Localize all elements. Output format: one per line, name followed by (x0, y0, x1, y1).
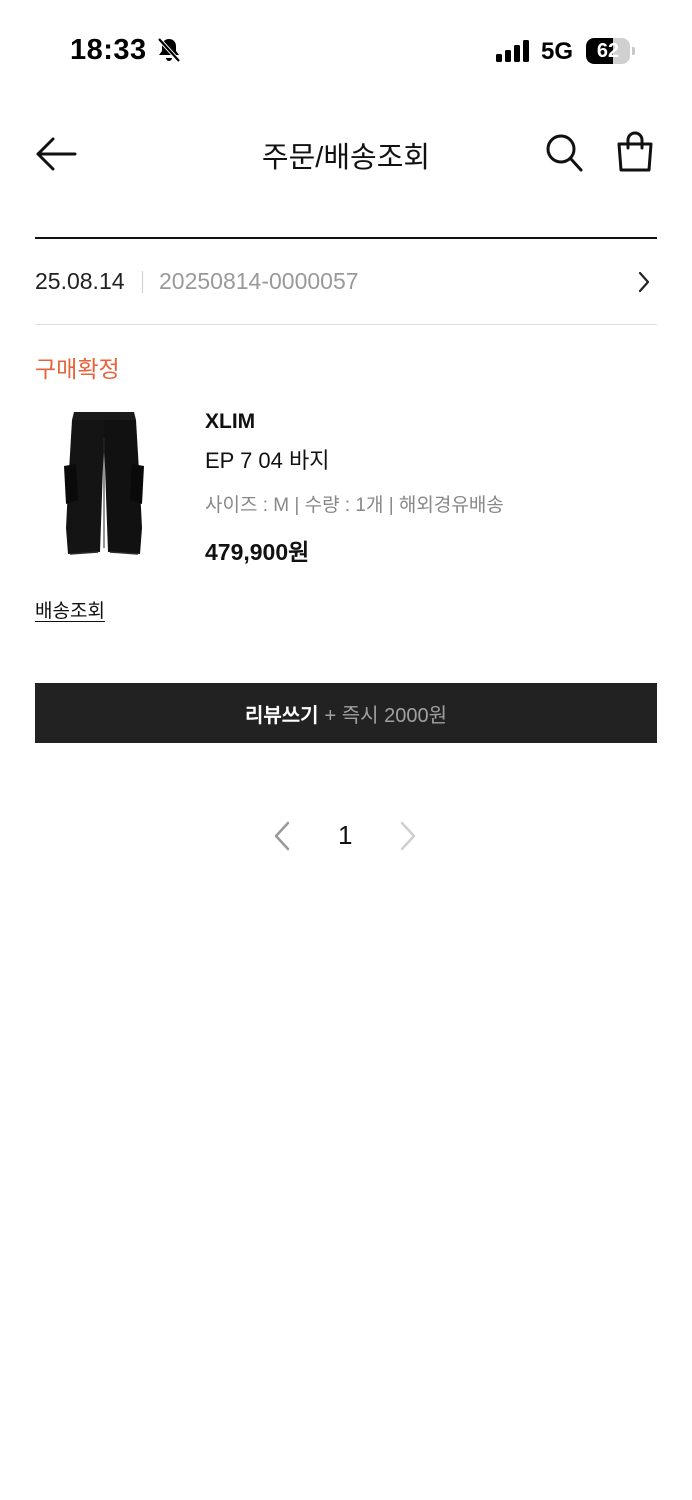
status-bar: 18:33 5G 62 (0, 0, 692, 100)
write-review-button[interactable]: 리뷰쓰기 + 즉시 2000원 (35, 683, 657, 743)
order-number: 20250814-0000057 (159, 268, 359, 294)
order-separator (142, 271, 143, 293)
track-delivery-link[interactable]: 배송조회 (35, 596, 105, 623)
header-divider (35, 237, 657, 239)
product-brand: XLIM (205, 410, 256, 433)
review-button-label: 리뷰쓰기 (244, 704, 319, 727)
search-icon[interactable] (544, 132, 584, 174)
app-header: 주문/배송조회 (0, 118, 692, 190)
order-divider (35, 324, 657, 325)
chevron-right-icon[interactable] (637, 270, 651, 294)
bell-slash-icon (157, 37, 181, 63)
battery-icon: 62 (586, 38, 636, 64)
status-time: 18:33 (70, 34, 147, 66)
battery-percent: 62 (596, 40, 620, 62)
network-type: 5G (541, 38, 574, 65)
product-options: 사이즈 : M | 수량 : 1개 | 해외경유배송 (205, 495, 504, 516)
product-name[interactable]: EP 7 04 바지 (205, 443, 329, 475)
product-price: 479,900원 (205, 539, 310, 565)
chevron-left-icon[interactable] (272, 820, 292, 852)
chevron-right-icon[interactable] (398, 820, 418, 852)
pagination: 1 (0, 812, 692, 860)
order-summary-row[interactable]: 25.08.14 20250814-0000057 (35, 240, 657, 324)
order-status-label: 구매확정 (35, 356, 120, 382)
current-page-number[interactable]: 1 (338, 820, 352, 851)
review-reward-label: + 즉시 2000원 (324, 704, 448, 727)
order-date: 25.08.14 (35, 268, 125, 294)
shopping-bag-icon[interactable] (614, 130, 656, 174)
product-image[interactable] (52, 408, 156, 560)
cellular-signal-icon (496, 40, 529, 62)
page-title: 주문/배송조회 (261, 142, 431, 174)
